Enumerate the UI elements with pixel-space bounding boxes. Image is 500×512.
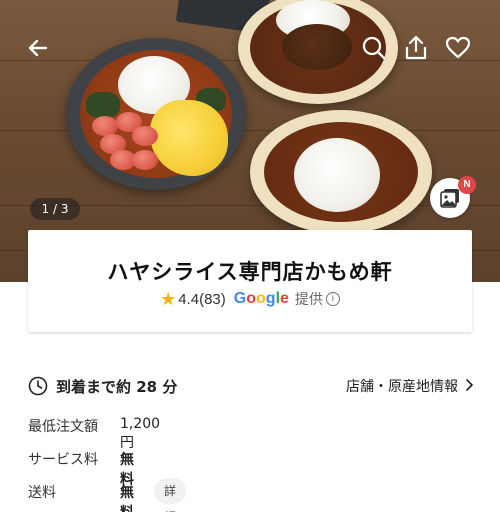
restaurant-name: ハヤシライス専門店かもめ軒 <box>107 260 393 284</box>
detail-label: サービス料 <box>28 452 98 468</box>
sausage <box>132 150 158 170</box>
rice-mound <box>294 138 380 212</box>
details-chip-button[interactable]: 詳細 <box>154 478 187 512</box>
arrow-left-icon <box>28 39 48 57</box>
sausage <box>132 126 158 146</box>
detail-value: 1,200 円 <box>120 416 161 451</box>
review-count: (83) <box>199 290 226 308</box>
search-button[interactable] <box>360 34 388 62</box>
sausage <box>92 116 118 136</box>
spinach <box>86 92 120 118</box>
store-info-label: 店舗・原産地情報 <box>346 379 458 395</box>
provider-label: 提供 <box>294 292 323 308</box>
heart-icon <box>445 36 471 59</box>
hamburg-patty <box>282 24 352 70</box>
rating-value: 4.4(83) <box>178 291 226 308</box>
restaurant-card: ハヤシライス専門店かもめ軒 ★ 4.4(83) Google 提供 i <box>28 230 472 332</box>
rating-score: 4.4 <box>178 290 200 308</box>
detail-value: 無料 <box>120 485 134 512</box>
share-icon <box>405 35 427 60</box>
google-logo: Google <box>233 290 289 307</box>
photo-pager: 1 / 3 <box>30 198 80 220</box>
delivery-eta-row: 到着まで約 28 分 店舗・原産地情報 <box>28 374 474 398</box>
chevron-right-icon <box>464 379 474 395</box>
back-button[interactable] <box>24 34 52 62</box>
search-icon <box>362 36 386 60</box>
share-button[interactable] <box>402 34 430 62</box>
new-badge: N <box>458 176 476 194</box>
detail-label: 最低注文額 <box>28 419 98 435</box>
star-icon: ★ <box>160 288 177 310</box>
eta-text: 到着まで約 28 分 <box>56 378 178 396</box>
clock-icon <box>28 376 48 396</box>
detail-label: 送料 <box>28 485 56 501</box>
store-info-link[interactable]: 店舗・原産地情報 <box>346 376 474 396</box>
rating-row[interactable]: ★ 4.4(83) Google 提供 i <box>28 288 472 310</box>
gallery-icon <box>440 189 459 208</box>
info-icon[interactable]: i <box>325 292 340 306</box>
favorite-button[interactable] <box>444 34 472 62</box>
